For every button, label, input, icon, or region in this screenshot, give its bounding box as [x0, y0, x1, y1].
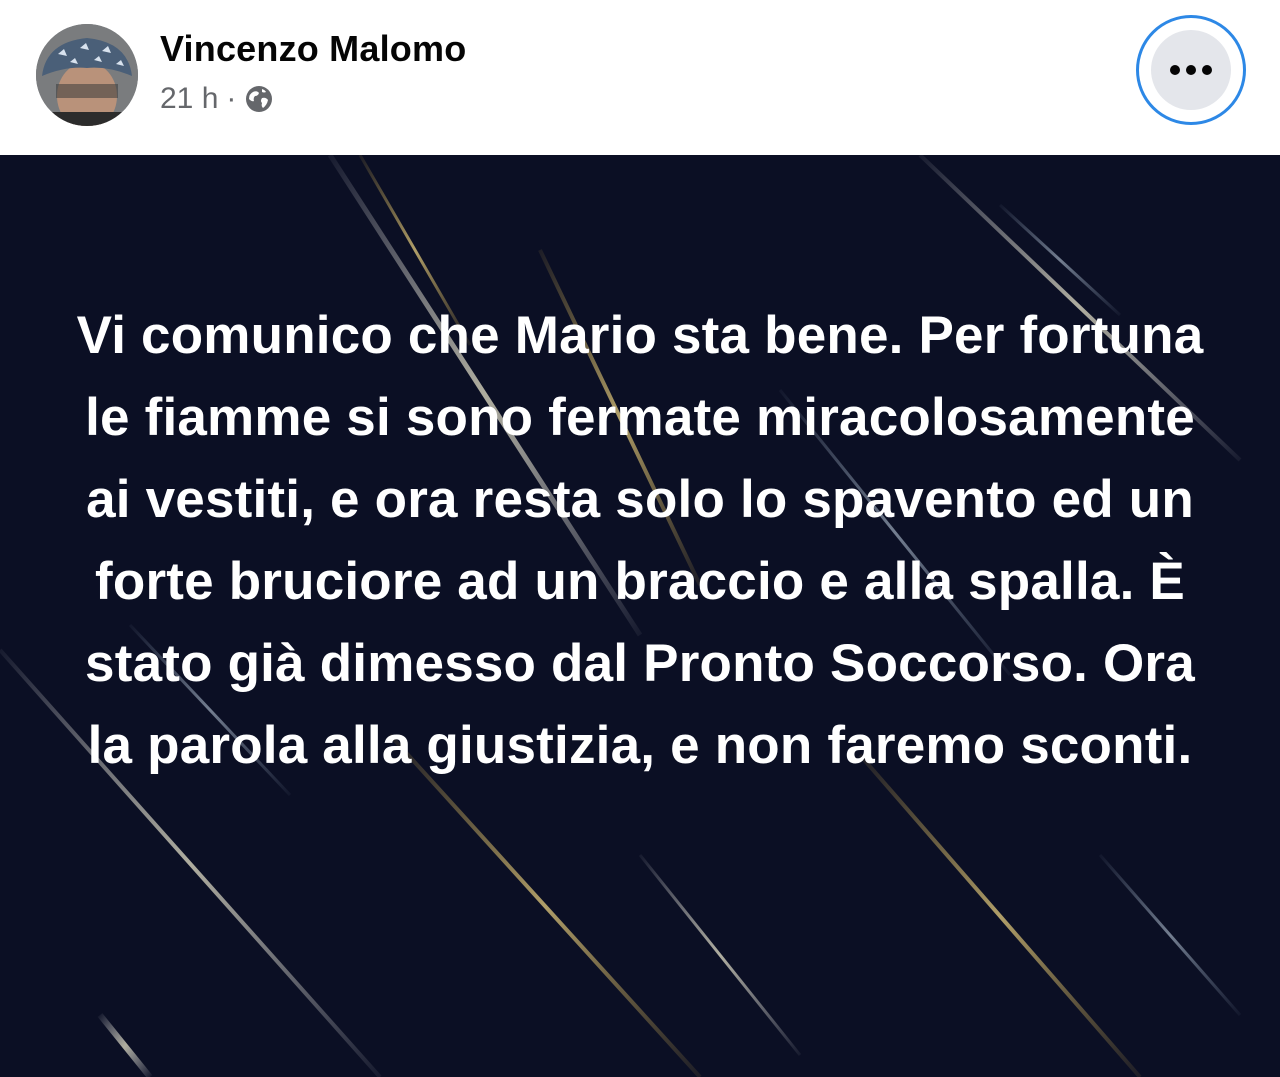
post-timestamp[interactable]: 21 h [160, 82, 218, 116]
globe-icon[interactable] [244, 84, 274, 114]
more-options-icon [1151, 30, 1231, 110]
author-name[interactable]: Vincenzo Malomo [160, 28, 466, 70]
post-header: Vincenzo Malomo 21 h · [0, 0, 1280, 155]
post-text-background[interactable]: Vi comunico che Mario sta bene. Per fort… [0, 155, 1280, 1077]
facebook-post: Vincenzo Malomo 21 h · Vi comunico che M… [0, 0, 1280, 1077]
post-message: Vi comunico che Mario sta bene. Per fort… [76, 306, 1204, 775]
meta-separator: · [226, 82, 237, 115]
post-meta: 21 h · [160, 82, 274, 116]
more-options-button[interactable] [1136, 15, 1246, 125]
author-avatar[interactable] [36, 24, 138, 126]
avatar-image [36, 24, 138, 126]
